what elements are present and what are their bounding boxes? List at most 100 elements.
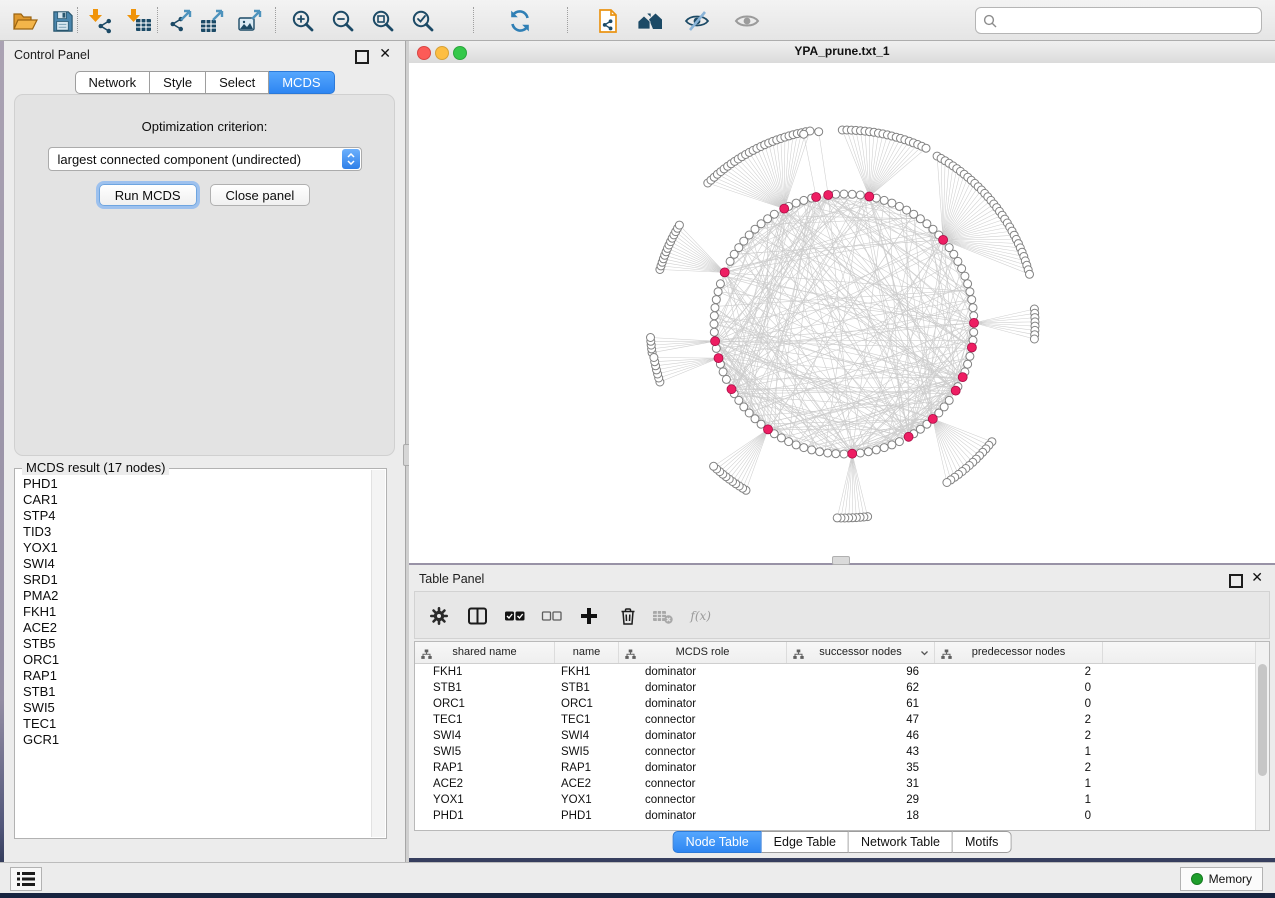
tab-network-table[interactable]: Network Table <box>849 831 953 853</box>
save-session-button[interactable] <box>47 6 77 36</box>
table-row[interactable]: YOX1YOX1connector291 <box>415 792 1256 808</box>
tab-mcds[interactable]: MCDS <box>269 71 334 94</box>
table-row[interactable]: ORC1ORC1dominator610 <box>415 696 1256 712</box>
table-row[interactable]: TEC1TEC1connector472 <box>415 712 1256 728</box>
float-panel-icon[interactable] <box>355 50 369 64</box>
clone-network-button[interactable] <box>593 6 623 36</box>
network-canvas[interactable] <box>409 63 1275 563</box>
column-type-icon <box>421 647 432 663</box>
mcds-result-item[interactable]: SRD1 <box>23 572 371 588</box>
delete-column-icon[interactable] <box>616 604 640 628</box>
mcds-result-list[interactable]: PHD1CAR1STP4TID3YOX1SWI4SRD1PMA2FKH1ACE2… <box>16 476 371 837</box>
memory-label: Memory <box>1209 872 1252 886</box>
mcds-result-item[interactable]: STB1 <box>23 684 371 700</box>
mcds-result-item[interactable]: YOX1 <box>23 540 371 556</box>
mcds-result-item[interactable]: PMA2 <box>23 588 371 604</box>
network-window-titlebar[interactable]: YPA_prune.txt_1 <box>409 41 1275 64</box>
cell-predecessor-nodes: 2 <box>935 728 1103 744</box>
table-scrollbar[interactable] <box>1255 642 1269 830</box>
mcds-result-item[interactable]: GCR1 <box>23 732 371 748</box>
mcds-result-item[interactable]: SWI4 <box>23 556 371 572</box>
mcds-result-item[interactable]: STB5 <box>23 636 371 652</box>
table-row[interactable]: ACE2ACE2connector311 <box>415 776 1256 792</box>
close-panel-icon[interactable]: ✕ <box>1251 570 1263 586</box>
hide-selected-button[interactable] <box>682 6 712 36</box>
tab-node-table[interactable]: Node Table <box>673 831 762 853</box>
network-graph[interactable] <box>409 63 1275 563</box>
export-image-button[interactable] <box>236 6 266 36</box>
close-panel-button[interactable]: Close panel <box>210 184 311 206</box>
zoom-fit-button[interactable] <box>368 6 398 36</box>
close-panel-icon[interactable]: ✕ <box>379 46 391 62</box>
column-header-successor-nodes[interactable]: successor nodes <box>787 642 935 663</box>
zoom-in-button[interactable] <box>288 6 318 36</box>
run-mcds-button[interactable]: Run MCDS <box>99 184 197 206</box>
cell-predecessor-nodes: 2 <box>935 664 1103 680</box>
cell-filler <box>1103 712 1256 728</box>
table-row[interactable]: SWI4SWI4dominator462 <box>415 728 1256 744</box>
mcds-list-scrollbar[interactable] <box>371 470 385 837</box>
mcds-result-item[interactable]: STP4 <box>23 508 371 524</box>
cell-successor-nodes: 29 <box>787 792 935 808</box>
mcds-result-item[interactable]: RAP1 <box>23 668 371 684</box>
delete-table-icon[interactable] <box>651 604 675 628</box>
memory-status-icon <box>1191 873 1203 885</box>
task-history-button[interactable] <box>10 867 42 891</box>
mcds-result-item[interactable]: TID3 <box>23 524 371 540</box>
table-panel: Table Panel ✕ f(x) shared name name MCDS r… <box>409 565 1275 858</box>
column-label: name <box>573 646 601 658</box>
table-row[interactable]: SWI5SWI5connector431 <box>415 744 1256 760</box>
mcds-result-item[interactable]: CAR1 <box>23 492 371 508</box>
table-row[interactable]: STB1STB1dominator620 <box>415 680 1256 696</box>
search-input[interactable] <box>997 11 1261 31</box>
settings-gear-icon[interactable] <box>427 604 451 628</box>
network-title: YPA_prune.txt_1 <box>409 44 1275 58</box>
export-table-button[interactable] <box>198 6 228 36</box>
table-panel-title: Table Panel <box>419 572 484 586</box>
mcds-result-item[interactable]: ORC1 <box>23 652 371 668</box>
mcds-result-item[interactable]: SWI5 <box>23 700 371 716</box>
export-network-button[interactable] <box>166 6 196 36</box>
optimization-select[interactable]: largest connected component (undirected) <box>48 147 362 171</box>
show-hidden-button[interactable] <box>732 6 762 36</box>
memory-button[interactable]: Memory <box>1180 867 1263 891</box>
tab-motifs[interactable]: Motifs <box>953 831 1011 853</box>
function-builder-icon[interactable]: f(x) <box>689 604 713 628</box>
import-network-button[interactable] <box>86 6 116 36</box>
open-file-button[interactable] <box>10 6 40 36</box>
tab-select[interactable]: Select <box>206 71 269 94</box>
mcds-result-item[interactable]: TEC1 <box>23 716 371 732</box>
cell-name: YOX1 <box>555 792 619 808</box>
add-column-icon[interactable] <box>577 604 601 628</box>
cell-successor-nodes: 46 <box>787 728 935 744</box>
cell-mcds-role: dominator <box>619 696 787 712</box>
zoom-out-button[interactable] <box>328 6 358 36</box>
cell-mcds-role: dominator <box>619 760 787 776</box>
table-row[interactable]: PHD1PHD1dominator180 <box>415 808 1256 824</box>
tab-style[interactable]: Style <box>150 71 206 94</box>
column-header-name[interactable]: name <box>555 642 619 663</box>
mcds-result-item[interactable]: FKH1 <box>23 604 371 620</box>
column-header-mcds-role[interactable]: MCDS role <box>619 642 787 663</box>
search-box <box>975 7 1262 34</box>
cell-shared-name: YOX1 <box>415 792 555 808</box>
table-scrollbar-thumb[interactable] <box>1258 664 1267 776</box>
column-header-predecessor-nodes[interactable]: predecessor nodes <box>935 642 1103 663</box>
sort-chevron-icon[interactable] <box>920 642 929 663</box>
column-header-shared-name[interactable]: shared name <box>415 642 555 663</box>
zoom-selected-button[interactable] <box>408 6 438 36</box>
column-panel-icon[interactable] <box>465 604 489 628</box>
refresh-view-button[interactable] <box>505 6 535 36</box>
tab-network[interactable]: Network <box>74 71 150 94</box>
float-panel-icon[interactable] <box>1229 574 1243 588</box>
mcds-result-item[interactable]: PHD1 <box>23 476 371 492</box>
mcds-result-item[interactable]: ACE2 <box>23 620 371 636</box>
horizontal-splitter-handle[interactable] <box>832 556 850 565</box>
show-networks-button[interactable] <box>635 6 665 36</box>
select-all-icon[interactable] <box>502 604 526 628</box>
tab-edge-table[interactable]: Edge Table <box>762 831 849 853</box>
deselect-all-icon[interactable] <box>539 604 563 628</box>
import-table-button[interactable] <box>124 6 154 36</box>
table-row[interactable]: FKH1FKH1dominator962 <box>415 664 1256 680</box>
table-row[interactable]: RAP1RAP1dominator352 <box>415 760 1256 776</box>
